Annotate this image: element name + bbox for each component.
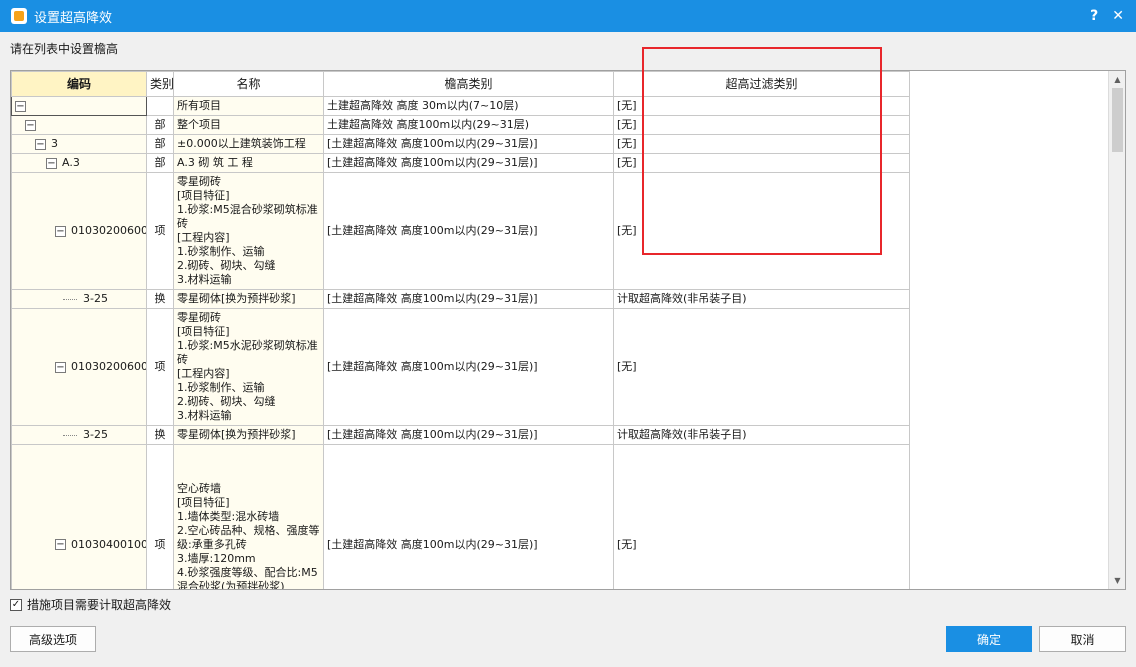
table-row[interactable]: −010304001001 项 空心砖墙 [项目特征] 1.墙体类型:混水砖墙 …: [11, 444, 910, 589]
category-cell: 部: [146, 153, 174, 173]
measure-checkbox-row[interactable]: ✓ 措施项目需要计取超高降效: [10, 596, 171, 613]
code-cell[interactable]: −: [11, 96, 147, 116]
eave-cell[interactable]: [土建超高降效 高度100m以内(29~31层)]: [323, 172, 614, 290]
collapse-icon[interactable]: −: [25, 119, 36, 131]
category-cell: [146, 96, 174, 116]
column-header-category[interactable]: 类别: [146, 71, 174, 97]
app-icon: [11, 8, 27, 24]
instruction-text: 请在列表中设置檐高: [10, 42, 119, 56]
column-header-name[interactable]: 名称: [173, 71, 324, 97]
filter-cell[interactable]: 计取超高降效(非吊装子目): [613, 289, 910, 309]
close-button[interactable]: ✕: [1112, 8, 1124, 24]
code-cell[interactable]: −010302006001: [11, 172, 147, 290]
vertical-scrollbar[interactable]: ▲ ▼: [1108, 71, 1125, 589]
filter-cell[interactable]: [无]: [613, 444, 910, 589]
eave-cell[interactable]: 土建超高降效 高度 30m以内(7~10层): [323, 96, 614, 116]
category-cell: 项: [146, 172, 174, 290]
category-cell: 部: [146, 115, 174, 135]
code-cell[interactable]: − A.3: [11, 153, 147, 173]
advanced-options-button[interactable]: 高级选项: [10, 626, 96, 652]
measure-checkbox-label: 措施项目需要计取超高降效: [27, 598, 172, 612]
code-cell[interactable]: 3-25: [11, 289, 147, 309]
name-cell: 零星砌砖 [项目特征] 1.砂浆:M5混合砂浆砌筑标准砖 [工程内容] 1.砂浆…: [173, 172, 324, 290]
column-header-eave[interactable]: 檐高类别: [323, 71, 614, 97]
eave-cell[interactable]: [土建超高降效 高度100m以内(29~31层)]: [323, 289, 614, 309]
name-cell: 空心砖墙 [项目特征] 1.墙体类型:混水砖墙 2.空心砖品种、规格、强度等级:…: [173, 444, 324, 589]
code-text: 3-25: [83, 428, 108, 441]
highlight-box: [642, 47, 882, 255]
collapse-icon[interactable]: −: [35, 138, 46, 150]
cancel-button[interactable]: 取消: [1039, 626, 1126, 652]
code-text: A.3: [62, 156, 80, 169]
code-cell[interactable]: 3-25: [11, 425, 147, 445]
collapse-icon[interactable]: −: [46, 157, 57, 169]
eave-cell[interactable]: [土建超高降效 高度100m以内(29~31层)]: [323, 134, 614, 154]
filter-cell[interactable]: 计取超高降效(非吊装子目): [613, 425, 910, 445]
window-title: 设置超高降效: [34, 10, 113, 26]
ok-button[interactable]: 确定: [946, 626, 1032, 652]
category-cell: 部: [146, 134, 174, 154]
tree-connector: [63, 298, 77, 300]
category-cell: 项: [146, 308, 174, 426]
name-cell: 零星砌砖 [项目特征] 1.砂浆:M5水泥砂浆砌筑标准砖 [工程内容] 1.砂浆…: [173, 308, 324, 426]
eave-height-table[interactable]: 编码 类别 名称 檐高类别 超高过滤类别 − 所有项目 土建超高降效 高度 30…: [10, 70, 1126, 590]
scrollbar-thumb[interactable]: [1112, 88, 1123, 152]
scroll-down-icon[interactable]: ▼: [1109, 572, 1125, 589]
eave-cell[interactable]: [土建超高降效 高度100m以内(29~31层)]: [323, 444, 614, 589]
code-cell[interactable]: −010304001001: [11, 444, 147, 589]
column-header-code[interactable]: 编码: [11, 71, 147, 97]
table-row[interactable]: 3-25 换 零星砌体[换为预拌砂浆] [土建超高降效 高度100m以内(29~…: [11, 289, 910, 309]
name-cell: ±0.000以上建筑装饰工程: [173, 134, 324, 154]
code-text: 3-25: [83, 292, 108, 305]
code-text: 3: [51, 137, 58, 150]
filter-cell[interactable]: [无]: [613, 308, 910, 426]
code-text: 010302006002: [71, 360, 146, 373]
help-button[interactable]: ?: [1090, 8, 1098, 24]
scroll-up-icon[interactable]: ▲: [1109, 71, 1125, 88]
eave-cell[interactable]: [土建超高降效 高度100m以内(29~31层)]: [323, 153, 614, 173]
code-text: 010304001001: [71, 537, 146, 551]
eave-cell[interactable]: [土建超高降效 高度100m以内(29~31层)]: [323, 308, 614, 426]
eave-cell[interactable]: 土建超高降效 高度100m以内(29~31层): [323, 115, 614, 135]
name-cell: 整个项目: [173, 115, 324, 135]
category-cell: 换: [146, 425, 174, 445]
name-cell: 零星砌体[换为预拌砂浆]: [173, 425, 324, 445]
name-cell: 所有项目: [173, 96, 324, 116]
collapse-icon[interactable]: −: [55, 361, 66, 373]
eave-cell[interactable]: [土建超高降效 高度100m以内(29~31层)]: [323, 425, 614, 445]
code-cell[interactable]: −: [11, 115, 147, 135]
collapse-icon[interactable]: −: [55, 225, 66, 237]
name-cell: A.3 砌 筑 工 程: [173, 153, 324, 173]
collapse-icon[interactable]: −: [15, 100, 26, 112]
category-cell: 项: [146, 444, 174, 589]
title-bar: 设置超高降效 ? ✕: [0, 0, 1136, 32]
code-cell[interactable]: −3: [11, 134, 147, 154]
measure-checkbox[interactable]: ✓: [10, 598, 22, 611]
name-cell: 零星砌体[换为预拌砂浆]: [173, 289, 324, 309]
table-row[interactable]: 3-25 换 零星砌体[换为预拌砂浆] [土建超高降效 高度100m以内(29~…: [11, 425, 910, 445]
category-cell: 换: [146, 289, 174, 309]
code-text: 010302006001: [71, 224, 146, 237]
collapse-icon[interactable]: −: [55, 539, 66, 550]
code-cell[interactable]: −010302006002: [11, 308, 147, 426]
table-row[interactable]: −010302006002 项 零星砌砖 [项目特征] 1.砂浆:M5水泥砂浆砌…: [11, 308, 910, 426]
tree-connector: [63, 434, 77, 436]
